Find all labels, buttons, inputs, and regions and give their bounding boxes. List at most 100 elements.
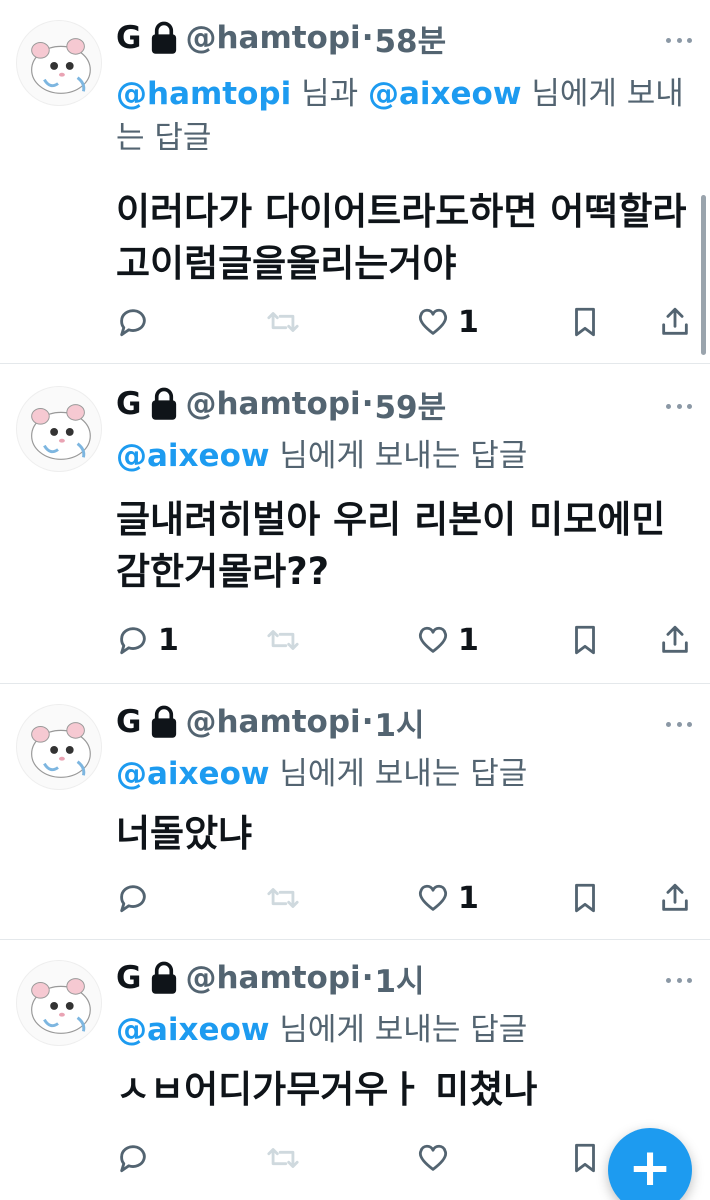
like-count: 1 [458,880,479,916]
mention-link[interactable]: @aixeow [368,76,522,112]
retweet-button[interactable] [266,618,300,662]
separator-dot: · [361,20,374,56]
like-count: 1 [458,304,479,340]
tweet-text: 너돌았냐 [116,812,253,855]
like-count: 1 [458,622,479,658]
action-bar: 1 [116,300,696,344]
heart-icon [418,884,448,911]
separator-dot: · [361,386,374,422]
reply-icon [120,309,146,337]
heart-icon [418,1144,448,1171]
retweet-icon [267,1148,299,1168]
lock-icon [152,387,177,420]
retweet-button[interactable] [266,1136,300,1180]
reply-icon [120,885,146,913]
replying-text: 님에게 보내는 답글 [269,1012,528,1048]
bookmark-button[interactable] [568,618,602,662]
replying-to: @aixeow 님에게 보내는 답글 [116,434,691,478]
tweet[interactable]: G @hamtopi · 1시 @aixeow 님에게 보내는 답글 ㅅㅂ어디가… [0,940,710,1200]
hamster-avatar-icon [31,38,91,94]
reply-button[interactable] [116,876,158,920]
tweet-header: G @hamtopi · 1시 [116,700,425,744]
avatar[interactable] [16,386,102,472]
more-icon[interactable] [666,402,692,410]
timestamp[interactable]: 1시 [374,700,424,745]
share-button[interactable] [658,300,692,344]
lock-icon [152,705,177,738]
timestamp[interactable]: 1시 [374,956,424,1001]
tweet-header: G @hamtopi · 59분 [116,382,446,426]
retweet-icon [267,312,299,332]
separator-dot: · [361,704,374,740]
tweet[interactable]: G @hamtopi · 59분 @aixeow 님에게 보내는 답글 글내려히… [0,364,710,684]
user-handle[interactable]: @hamtopi [185,20,360,56]
tweet[interactable]: G @hamtopi · 58분 @hamtopi 님과 @aixeow 님에게… [0,0,710,364]
timestamp[interactable]: 59분 [374,382,446,427]
share-icon [662,307,688,335]
timestamp[interactable]: 58분 [374,16,446,61]
mention-link[interactable]: @aixeow [116,1012,270,1048]
more-icon[interactable] [666,720,692,728]
bookmark-icon [575,1143,595,1173]
hamster-avatar-icon [31,978,91,1034]
lock-icon [152,961,177,994]
tweet-text: 글내려히벌아 우리 리본이 미모에민감한거몰라?? [116,498,666,593]
user-handle[interactable]: @hamtopi [185,960,360,996]
avatar[interactable] [16,704,102,790]
retweet-button[interactable] [266,300,300,344]
avatar[interactable] [16,20,102,106]
display-name[interactable]: G [116,704,141,740]
tweet-text: 이러다가 다이어트라도하면 어떡할라고이럼글을올리는거야 [116,190,687,285]
lock-icon [152,21,177,54]
reply-count: 1 [158,622,179,658]
tweet[interactable]: G @hamtopi · 1시 @aixeow 님에게 보내는 답글 너돌았냐 … [0,684,710,940]
share-button[interactable] [658,618,692,662]
scrollbar[interactable] [701,195,706,355]
like-button[interactable]: 1 [416,876,479,920]
tweet-header: G @hamtopi · 1시 [116,956,425,1000]
retweet-icon [267,630,299,650]
display-name[interactable]: G [116,386,141,422]
retweet-icon [267,888,299,908]
reply-icon [120,627,146,655]
action-bar: 1 [116,876,696,920]
reply-button[interactable]: 1 [116,618,179,662]
share-icon [662,883,688,911]
more-icon[interactable] [666,36,692,44]
bookmark-button[interactable] [568,1136,602,1180]
reply-button[interactable] [116,1136,158,1180]
separator-dot: · [361,960,374,996]
heart-icon [418,626,448,653]
like-button[interactable]: 1 [416,618,479,662]
hamster-avatar-icon [31,404,91,460]
user-handle[interactable]: @hamtopi [185,704,360,740]
heart-icon [418,308,448,335]
action-bar: 1 1 [116,618,696,662]
like-button[interactable]: 1 [416,300,479,344]
retweet-button[interactable] [266,876,300,920]
plus-icon: + [628,1138,672,1198]
display-name[interactable]: G [116,960,141,996]
more-icon[interactable] [666,976,692,984]
tweet-header: G @hamtopi · 58분 [116,16,446,60]
mention-link[interactable]: @aixeow [116,438,270,474]
display-name[interactable]: G [116,20,141,56]
replying-to: @aixeow 님에게 보내는 답글 [116,752,691,796]
bookmark-button[interactable] [568,300,602,344]
bookmark-icon [575,883,595,913]
reply-icon [120,1145,146,1173]
replying-text: 님과 [291,76,368,112]
replying-text: 님에게 보내는 답글 [269,756,528,792]
avatar[interactable] [16,960,102,1046]
like-button[interactable] [416,1136,458,1180]
mention-link[interactable]: @hamtopi [116,76,291,112]
user-handle[interactable]: @hamtopi [185,386,360,422]
bookmark-button[interactable] [568,876,602,920]
tweet-text: ㅅㅂ어디가무거우ㅏ 미쳤나 [116,1068,538,1111]
share-button[interactable] [658,876,692,920]
replying-to: @aixeow 님에게 보내는 답글 [116,1008,691,1052]
reply-button[interactable] [116,300,158,344]
bookmark-icon [575,307,595,337]
replying-to: @hamtopi 님과 @aixeow 님에게 보내는 답글 [116,72,691,160]
mention-link[interactable]: @aixeow [116,756,270,792]
